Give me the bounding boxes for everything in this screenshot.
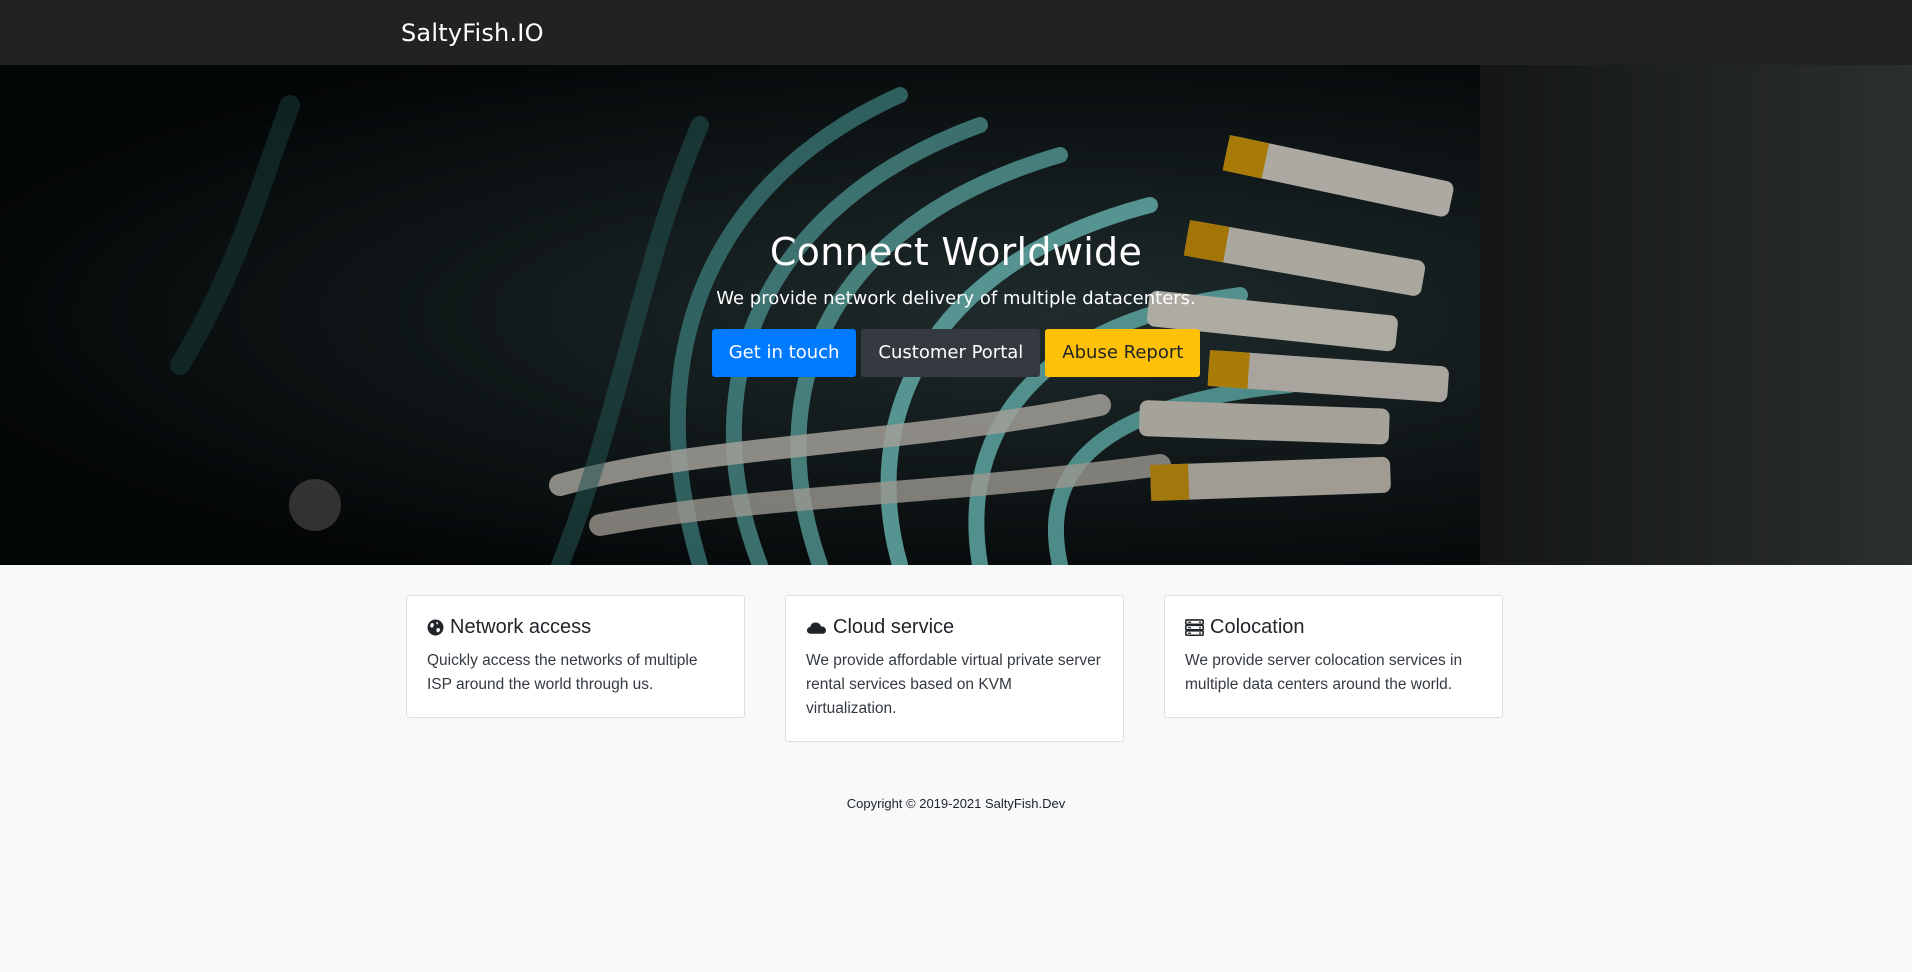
brand-link[interactable]: SaltyFish.IO <box>401 19 544 47</box>
hero-button-group: Get in touch Customer Portal Abuse Repor… <box>0 329 1912 377</box>
feature-card-cloud-service: Cloud service We provide affordable virt… <box>785 595 1124 742</box>
feature-card-title: Network access <box>427 616 724 639</box>
feature-card-text: Quickly access the networks of multiple … <box>427 652 698 693</box>
feature-card-network-access: Network access Quickly access the networ… <box>406 595 745 718</box>
feature-card-title: Cloud service <box>806 616 1103 639</box>
copyright-text: Copyright © 2019-2021 SaltyFish.Dev <box>846 796 1066 811</box>
feature-card-title-text: Network access <box>450 616 592 638</box>
get-in-touch-button[interactable]: Get in touch <box>711 329 857 377</box>
globe-icon <box>427 619 444 636</box>
server-icon <box>1185 619 1204 636</box>
feature-card-title-text: Colocation <box>1210 616 1305 638</box>
feature-card-title-text: Cloud service <box>833 616 955 638</box>
features-section: Network access Quickly access the networ… <box>406 595 1912 742</box>
footer: Copyright © 2019-2021 SaltyFish.Dev <box>0 796 1912 811</box>
top-navbar: SaltyFish.IO <box>0 0 1912 65</box>
feature-card-title: Colocation <box>1185 616 1482 639</box>
feature-card-text: We provide affordable virtual private se… <box>806 652 1101 717</box>
hero-subtitle: We provide network delivery of multiple … <box>716 288 1196 309</box>
feature-card-text: We provide server colocation services in… <box>1185 652 1463 693</box>
cloud-icon <box>806 622 826 634</box>
feature-card-colocation: Colocation We provide server colocation … <box>1164 595 1503 718</box>
hero-title: Connect Worldwide <box>769 230 1143 274</box>
customer-portal-button[interactable]: Customer Portal <box>861 329 1041 377</box>
hero-section: Connect Worldwide We provide network del… <box>0 65 1912 565</box>
abuse-report-button[interactable]: Abuse Report <box>1045 329 1201 377</box>
hero-content: Connect Worldwide We provide network del… <box>0 230 1912 377</box>
